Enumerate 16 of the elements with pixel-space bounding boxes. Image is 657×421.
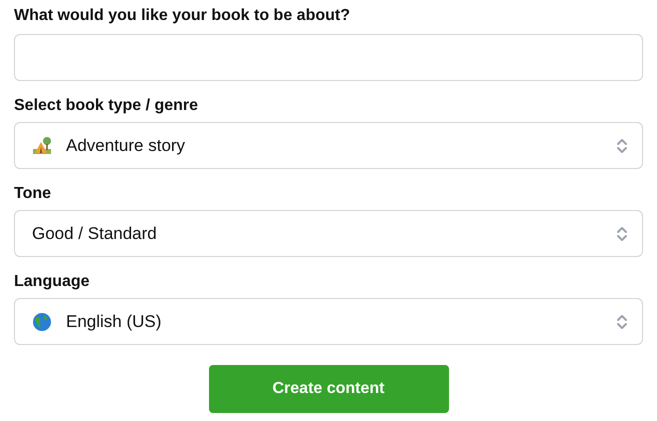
select-field[interactable]: English (US) xyxy=(14,298,643,345)
select-field[interactable]: Good / Standard xyxy=(14,210,643,257)
input-field[interactable] xyxy=(14,34,643,81)
chevron-up-down-icon xyxy=(616,312,628,330)
chevron-up-down-icon xyxy=(616,136,628,154)
field-label: Select book type / genre xyxy=(14,96,200,116)
field-label: What would you like your book to be about? xyxy=(14,6,351,26)
select-field[interactable]: Adventure story xyxy=(14,122,643,169)
select-value: English (US) xyxy=(66,310,162,333)
globe-icon xyxy=(32,312,52,332)
select-value: Adventure story xyxy=(66,134,186,157)
tent-icon xyxy=(32,136,52,156)
field-label: Language xyxy=(14,272,91,292)
field-label: Tone xyxy=(14,184,52,204)
chevron-up-down-icon xyxy=(616,224,628,242)
select-value: Good / Standard xyxy=(32,222,158,245)
